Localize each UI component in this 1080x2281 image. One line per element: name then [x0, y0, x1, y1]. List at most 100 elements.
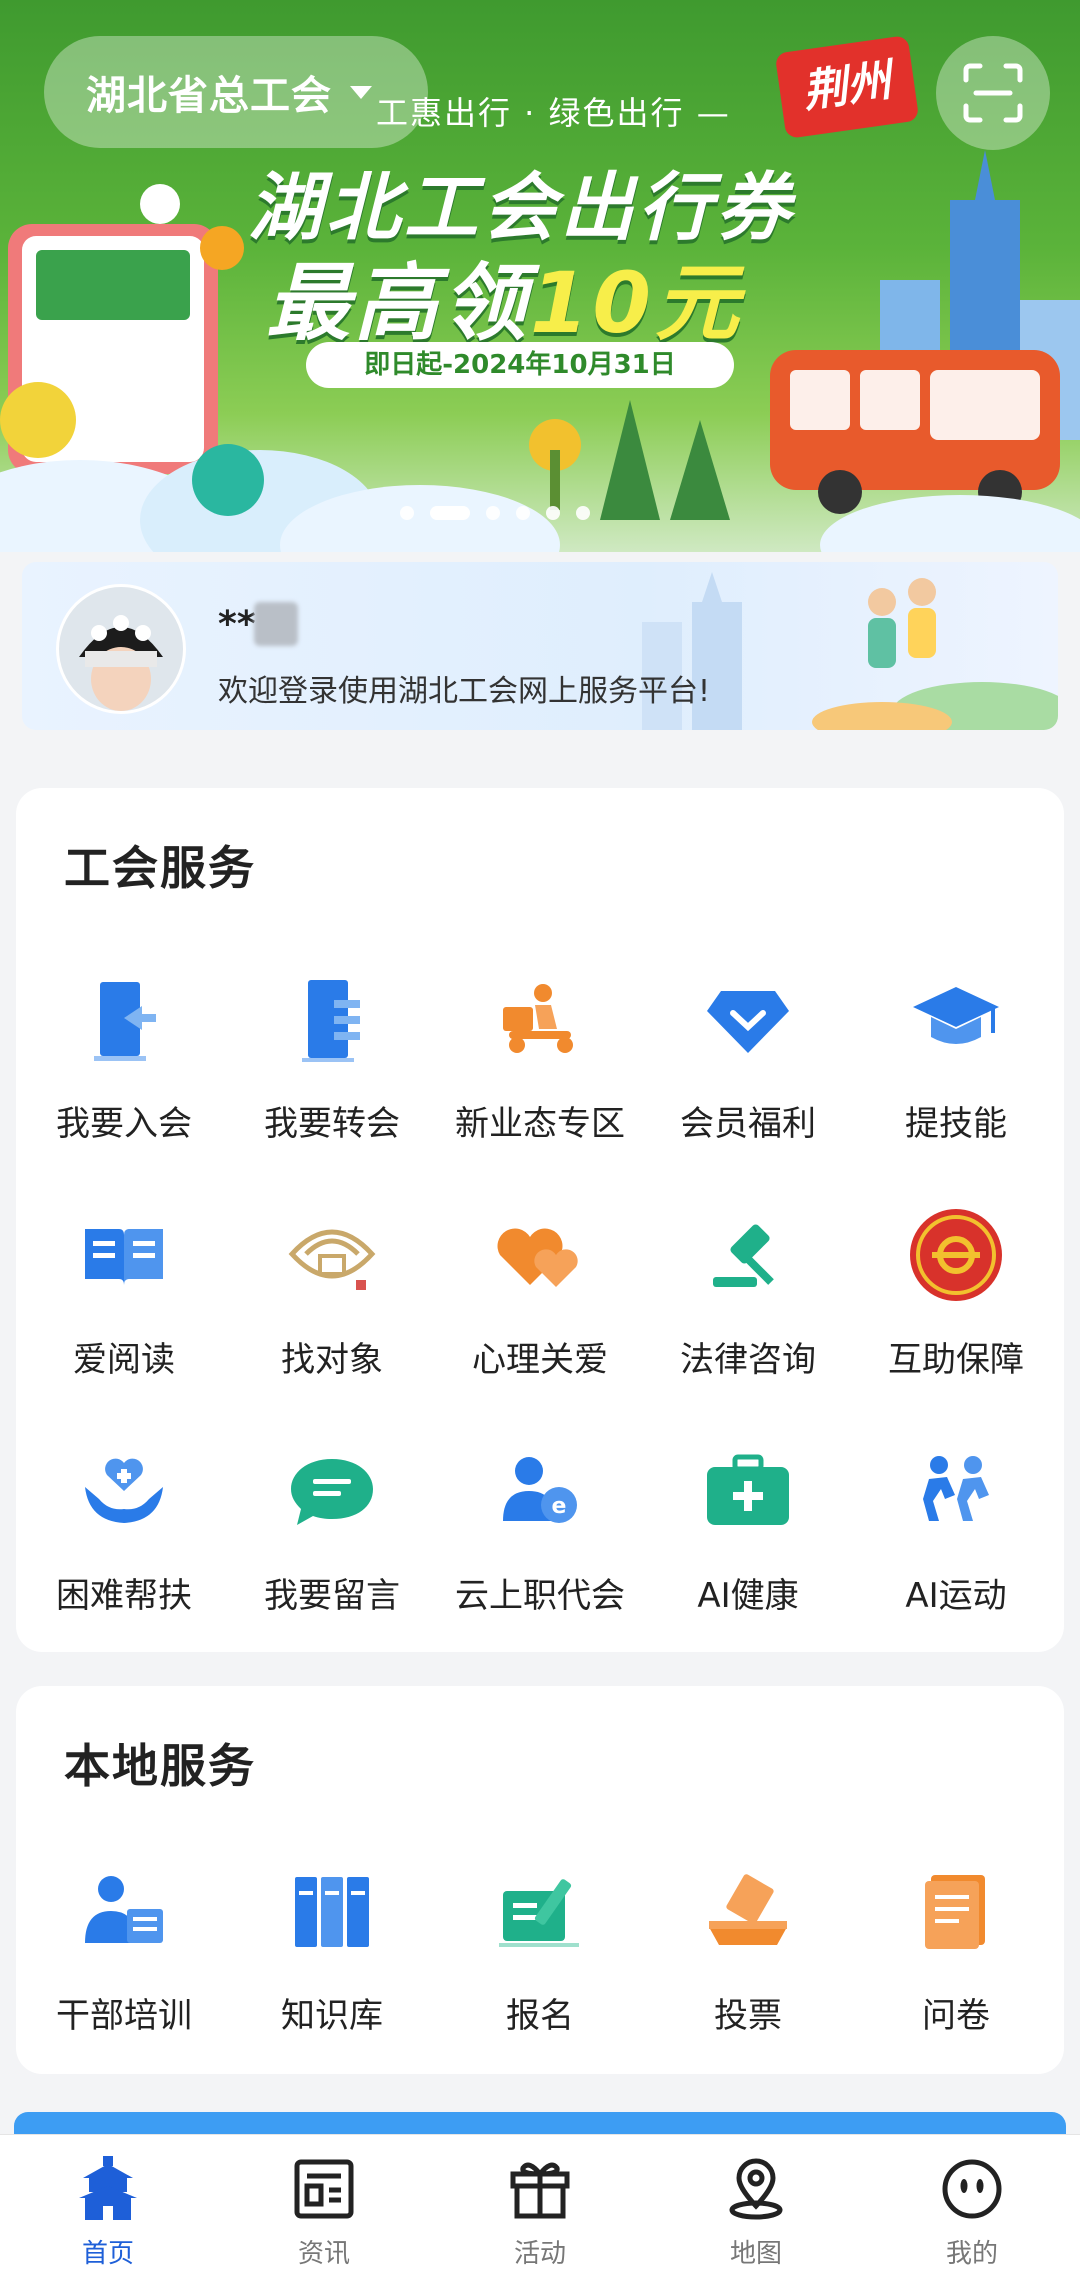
service-cloud-congress[interactable]: e 云上职代会: [440, 1436, 640, 1617]
service-label: AI运动: [905, 1576, 1007, 1616]
user-card[interactable]: ** 欢迎登录使用湖北工会网上服务平台!: [22, 562, 1058, 730]
hearts-icon: [497, 1228, 578, 1287]
service-label: 互助保障: [888, 1340, 1024, 1380]
service-reading[interactable]: 爱阅读: [24, 1200, 224, 1381]
region-name: 湖北省总工会: [86, 73, 332, 119]
carousel-dot[interactable]: [576, 506, 590, 520]
carousel-dots: [400, 506, 590, 520]
service-label: 困难帮扶: [56, 1576, 192, 1616]
local-service-questionnaire[interactable]: 问卷: [856, 1856, 1056, 2037]
service-label: 爱阅读: [73, 1340, 175, 1380]
section-title: 本地服务: [64, 1739, 256, 1793]
carousel-dot[interactable]: [400, 506, 414, 520]
svg-text:e: e: [552, 1494, 567, 1519]
book-icon: [85, 1229, 163, 1285]
service-label: 问卷: [922, 1996, 990, 2036]
carousel-dot[interactable]: [546, 506, 560, 520]
door-enter-icon: [94, 982, 156, 1061]
local-service-signup[interactable]: 报名: [440, 1856, 640, 2037]
hands-heart-icon: [85, 1458, 163, 1523]
service-ai-health[interactable]: AI健康: [648, 1436, 848, 1617]
carousel-dot[interactable]: [486, 506, 500, 520]
medical-kit-icon: [707, 1454, 789, 1525]
nav-label: 地图: [729, 2239, 782, 2269]
nav-map[interactable]: 地图: [648, 2135, 864, 2281]
carousel-dot-active[interactable]: [430, 506, 470, 520]
service-label: AI健康: [697, 1576, 799, 1616]
service-matchmaking[interactable]: 找对象: [232, 1200, 432, 1381]
union-services-section: 工会服务 我要入会 我要转会 新业态专区 会员福利 提技能 爱阅读 找对象 心理…: [16, 788, 1064, 1652]
nav-activity[interactable]: 活动: [432, 2135, 648, 2281]
home-tower-icon: [79, 2156, 137, 2220]
welcome-text: 欢迎登录使用湖北工会网上服务平台!: [218, 674, 711, 709]
service-label: 心理关爱: [472, 1340, 608, 1380]
banner-subtitle: 工惠出行 · 绿色出行 —: [376, 94, 731, 132]
chat-bubble-icon: [291, 1459, 373, 1525]
service-label: 干部培训: [56, 1996, 192, 2036]
service-skills[interactable]: 提技能: [856, 964, 1056, 1145]
service-label: 提技能: [905, 1104, 1007, 1144]
promo-banner[interactable]: 湖北省总工会 工惠出行 · 绿色出行 — 荆州 湖北工会出行券 最高领10元 即…: [0, 0, 1080, 552]
banner-title-prefix: 最高领: [266, 254, 531, 352]
union-emblem-icon: [910, 1209, 1002, 1301]
bottom-nav: 首页 资讯 活动 地图 我的: [0, 2134, 1080, 2281]
service-label: 投票: [714, 1996, 782, 2036]
local-service-knowledge-base[interactable]: 知识库: [232, 1856, 432, 2037]
scan-icon: [963, 63, 1023, 123]
avatar[interactable]: [56, 584, 186, 714]
gift-icon: [510, 2162, 570, 2219]
service-join[interactable]: 我要入会: [24, 964, 224, 1145]
nav-home[interactable]: 首页: [0, 2135, 216, 2281]
banner-title-line2: 最高领10元: [266, 236, 743, 357]
e-meeting-icon: e: [503, 1457, 577, 1523]
diamond-icon: [707, 991, 789, 1053]
chevron-down-icon: [350, 85, 372, 99]
nav-label: 活动: [513, 2239, 566, 2269]
service-label: 会员福利: [680, 1104, 816, 1144]
trainer-icon: [85, 1876, 163, 1943]
news-icon: [294, 2159, 354, 2219]
service-label: 新业态专区: [455, 1104, 625, 1144]
local-service-vote[interactable]: 投票: [648, 1856, 848, 2037]
service-label: 我要入会: [56, 1104, 192, 1144]
nav-news[interactable]: 资讯: [216, 2135, 432, 2281]
questionnaire-icon: [925, 1875, 985, 1949]
service-message[interactable]: 我要留言: [232, 1436, 432, 1617]
map-pin-icon: [729, 2158, 783, 2220]
signup-pen-icon: [499, 1879, 579, 1947]
service-label: 报名: [506, 1996, 574, 2036]
region-selector[interactable]: 湖北省总工会: [44, 36, 428, 148]
nav-label: 首页: [81, 2239, 134, 2269]
service-psych-care[interactable]: 心理关爱: [440, 1200, 640, 1381]
profile-face-icon: [942, 2159, 1002, 2219]
service-ai-sports[interactable]: AI运动: [856, 1436, 1056, 1617]
scan-button[interactable]: [936, 36, 1050, 150]
service-member-benefits[interactable]: 会员福利: [648, 964, 848, 1145]
service-new-business[interactable]: 新业态专区: [440, 964, 640, 1145]
local-services-section: 本地服务 干部培训 知识库 报名 投票 问卷: [16, 1686, 1064, 2074]
masked-name: [254, 602, 298, 646]
service-label: 云上职代会: [455, 1576, 625, 1616]
gavel-icon: [713, 1224, 774, 1287]
service-transfer[interactable]: 我要转会: [232, 964, 432, 1145]
ballot-box-icon: [709, 1874, 787, 1945]
service-hardship-help[interactable]: 困难帮扶: [24, 1436, 224, 1617]
door-transfer-icon: [302, 980, 360, 1062]
carousel-dot[interactable]: [516, 506, 530, 520]
service-mutual-aid[interactable]: 互助保障: [856, 1200, 1056, 1381]
service-label: 找对象: [281, 1340, 383, 1380]
banner-date: 即日起-2024年10月31日: [306, 342, 734, 388]
graduation-cap-icon: [913, 987, 999, 1044]
local-service-cadre-training[interactable]: 干部培训: [24, 1856, 224, 2037]
service-legal[interactable]: 法律咨询: [648, 1200, 848, 1381]
matchmaking-icon: [288, 1229, 376, 1290]
delivery-scooter-icon: [503, 984, 573, 1053]
user-name: **: [218, 604, 256, 645]
service-label: 知识库: [281, 1996, 383, 2036]
service-label: 我要留言: [264, 1576, 400, 1616]
bookshelf-icon: [295, 1877, 369, 1947]
section-title: 工会服务: [64, 841, 256, 895]
nav-label: 我的: [945, 2239, 998, 2269]
banner-title-amount: 10元: [530, 254, 743, 352]
nav-profile[interactable]: 我的: [864, 2135, 1080, 2281]
